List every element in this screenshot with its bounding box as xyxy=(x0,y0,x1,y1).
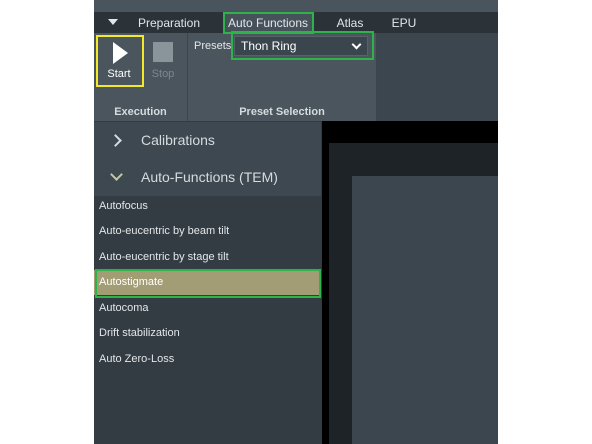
section-calibrations-label: Calibrations xyxy=(141,132,215,148)
tab-atlas[interactable]: Atlas xyxy=(327,12,373,34)
stop-icon xyxy=(153,42,173,62)
stop-button[interactable]: Stop xyxy=(140,35,186,87)
ribbon: Start Stop Presets Thon Ring Execution P… xyxy=(94,33,498,121)
list-item-auto-eucentric-stage-tilt[interactable]: Auto-eucentric by stage tilt xyxy=(94,245,321,270)
preset-selection-group-label: Preset Selection xyxy=(239,106,325,118)
chevron-right-icon xyxy=(109,134,122,147)
start-button[interactable]: Start xyxy=(96,35,142,87)
list-item-autostigmate[interactable]: Autostigmate xyxy=(94,270,321,295)
chevron-down-icon xyxy=(110,168,123,181)
image-viewer xyxy=(322,121,498,444)
list-item-drift-stabilization[interactable]: Drift stabilization xyxy=(94,321,321,346)
tab-preparation[interactable]: Preparation xyxy=(127,12,211,34)
list-item-auto-eucentric-beam-tilt[interactable]: Auto-eucentric by beam tilt xyxy=(94,219,321,244)
title-strip xyxy=(94,0,498,12)
presets-value: Thon Ring xyxy=(241,39,297,53)
execution-group-label: Execution xyxy=(114,106,167,118)
app-window: Preparation Auto Functions Atlas EPU Sta… xyxy=(94,0,498,444)
tab-auto-functions[interactable]: Auto Functions xyxy=(224,12,312,34)
viewer-panel xyxy=(352,176,498,444)
sidebar: Calibrations Auto-Functions (TEM) Autofo… xyxy=(94,121,321,444)
section-auto-functions-tem[interactable]: Auto-Functions (TEM) xyxy=(94,159,321,196)
play-icon xyxy=(113,42,128,64)
presets-dropdown[interactable]: Thon Ring xyxy=(234,36,368,56)
section-calibrations[interactable]: Calibrations xyxy=(94,122,321,159)
chevron-down-icon xyxy=(351,39,362,50)
tab-bar: Preparation Auto Functions Atlas EPU xyxy=(94,0,498,34)
stop-label: Stop xyxy=(151,68,175,80)
tab-epu[interactable]: EPU xyxy=(381,12,427,34)
start-label: Start xyxy=(107,68,131,80)
presets-label: Presets xyxy=(194,40,232,52)
ribbon-empty-area xyxy=(377,33,498,121)
menu-dropdown-icon[interactable] xyxy=(108,19,118,25)
list-item-autofocus[interactable]: Autofocus xyxy=(94,194,321,219)
list-item-autocoma[interactable]: Autocoma xyxy=(94,296,321,321)
list-item-auto-zero-loss[interactable]: Auto Zero-Loss xyxy=(94,347,321,372)
section-auto-functions-tem-label: Auto-Functions (TEM) xyxy=(141,169,278,185)
